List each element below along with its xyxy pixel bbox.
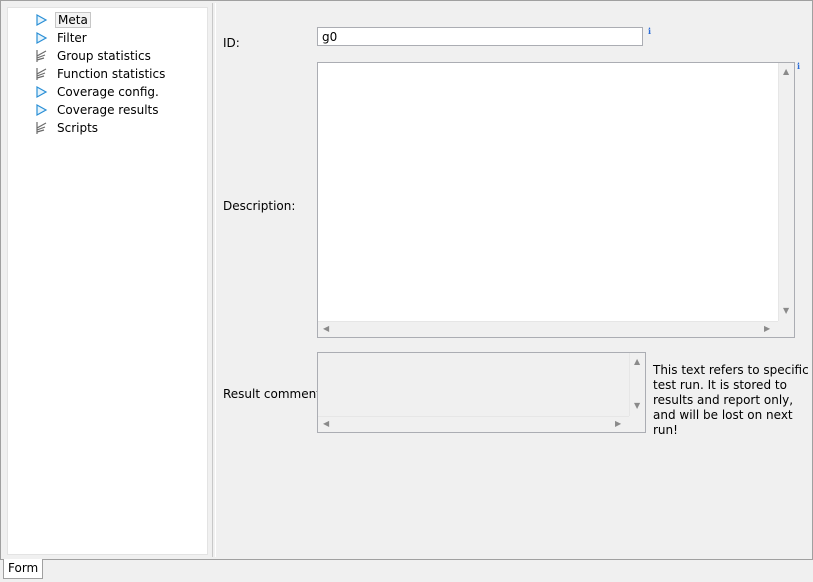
- chart-pen-icon: [36, 50, 47, 62]
- scroll-right-icon[interactable]: ▶: [764, 325, 770, 333]
- tree-item-label: Coverage config.: [57, 85, 159, 99]
- chart-pen-icon: [36, 122, 47, 134]
- triangle-outline-blue-icon: [36, 85, 48, 99]
- scroll-up-icon[interactable]: ▲: [783, 68, 789, 76]
- tree-item-label: Group statistics: [57, 49, 151, 63]
- tree-item-group-statistics[interactable]: Group statistics: [34, 48, 153, 64]
- tree-item-label: Filter: [57, 31, 87, 45]
- tree-item-filter[interactable]: Filter: [34, 30, 89, 46]
- scroll-left-icon[interactable]: ◀: [323, 420, 329, 428]
- result-comment-textarea[interactable]: ▲ ▼ ◀ ▶: [317, 352, 646, 433]
- triangle-outline-blue-icon: [36, 31, 48, 45]
- info-icon[interactable]: i: [797, 61, 800, 71]
- scroll-down-icon[interactable]: ▼: [634, 402, 640, 410]
- result-comment-note: This text refers to specific: [653, 363, 809, 377]
- result-comment-label: Result comment:: [223, 387, 325, 401]
- splitter[interactable]: [212, 3, 216, 557]
- tab-form[interactable]: Form: [3, 559, 44, 579]
- tree-item-coverage-results[interactable]: Coverage results: [34, 102, 161, 118]
- tree-item-label: Meta: [55, 12, 91, 28]
- id-label: ID:: [223, 36, 240, 50]
- id-input[interactable]: [317, 27, 643, 46]
- main-window: Meta Filter Group statistics Function st…: [0, 0, 813, 560]
- result-comment-note: results and report only,: [653, 393, 794, 407]
- description-horizontal-scrollbar[interactable]: ◀ ▶: [318, 321, 778, 337]
- tree-item-coverage-config[interactable]: Coverage config.: [34, 84, 161, 100]
- scroll-corner: [778, 321, 794, 337]
- tree-item-meta[interactable]: Meta: [34, 12, 91, 28]
- result-comment-vertical-scrollbar[interactable]: ▲ ▼: [629, 353, 645, 416]
- tree-panel: Meta Filter Group statistics Function st…: [7, 7, 208, 555]
- scroll-down-icon[interactable]: ▼: [783, 307, 789, 315]
- result-comment-note: and will be lost on next run!: [653, 408, 793, 437]
- description-label: Description:: [223, 199, 296, 213]
- tree-item-label: Scripts: [57, 121, 99, 135]
- description-textarea[interactable]: ▲ ▼ ◀ ▶: [317, 62, 795, 338]
- scroll-left-icon[interactable]: ◀: [323, 325, 329, 333]
- tree-item-function-statistics[interactable]: Function statistics: [34, 66, 167, 82]
- triangle-outline-blue-icon: [36, 13, 48, 27]
- tree-item-scripts[interactable]: Scripts: [34, 120, 100, 136]
- scroll-right-icon[interactable]: ▶: [615, 420, 621, 428]
- triangle-outline-blue-icon: [36, 103, 48, 117]
- result-comment-note: test run. It is stored to: [653, 378, 787, 392]
- info-icon[interactable]: i: [648, 26, 651, 36]
- result-comment-horizontal-scrollbar[interactable]: ◀ ▶: [318, 416, 629, 432]
- description-vertical-scrollbar[interactable]: ▲ ▼: [778, 63, 794, 321]
- tree-item-label: Function statistics: [57, 67, 166, 81]
- chart-pen-icon: [36, 68, 47, 80]
- tree-item-label: Coverage results: [57, 103, 159, 117]
- scroll-up-icon[interactable]: ▲: [634, 358, 640, 366]
